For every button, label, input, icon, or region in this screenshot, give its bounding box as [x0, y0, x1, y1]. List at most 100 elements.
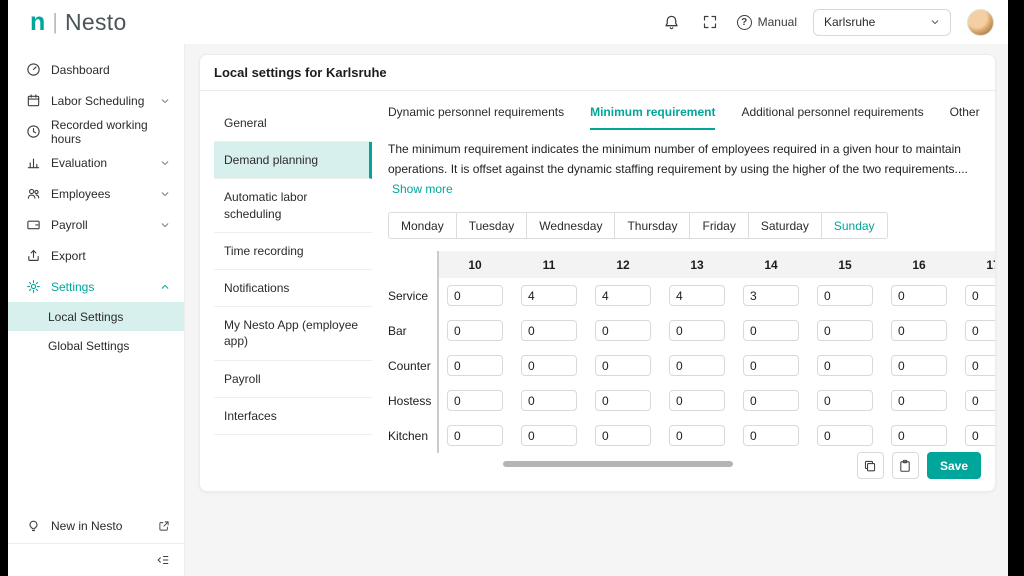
sidebar-item-settings[interactable]: Settings	[8, 271, 184, 302]
people-icon	[26, 186, 41, 201]
settings-nav-my-nesto-app[interactable]: My Nesto App (employee app)	[214, 307, 372, 360]
day-tab-friday[interactable]: Friday	[689, 212, 748, 239]
paste-button[interactable]	[892, 452, 919, 479]
minimum-requirement-description: The minimum requirement indicates the mi…	[388, 140, 995, 199]
help-icon: ?	[737, 15, 752, 30]
tab-additional-personnel-requirements[interactable]: Additional personnel requirements	[741, 105, 923, 130]
settings-nav-general[interactable]: General	[214, 105, 372, 142]
requirement-input-service-10[interactable]	[447, 285, 503, 306]
sidebar-nav: Dashboard Labor Scheduling Recorded work…	[8, 44, 184, 360]
sidebar-item-local-settings[interactable]: Local Settings	[8, 302, 184, 331]
day-tab-thursday[interactable]: Thursday	[614, 212, 690, 239]
requirement-input-hostess-15[interactable]	[817, 390, 873, 411]
tab-minimum-requirement[interactable]: Minimum requirement	[590, 105, 715, 130]
requirement-input-kitchen-17[interactable]	[965, 425, 995, 446]
sidebar-item-payroll[interactable]: Payroll	[8, 209, 184, 240]
requirement-input-hostess-10[interactable]	[447, 390, 503, 411]
requirement-input-kitchen-13[interactable]	[669, 425, 725, 446]
collapse-sidebar-icon[interactable]	[156, 553, 170, 567]
settings-nav-automatic-labor-scheduling[interactable]: Automatic labor scheduling	[214, 179, 372, 232]
requirement-input-kitchen-11[interactable]	[521, 425, 577, 446]
requirement-input-service-13[interactable]	[669, 285, 725, 306]
day-tab-monday[interactable]: Monday	[388, 212, 457, 239]
app-window: n | Nesto ? Manual Karlsruhe	[8, 0, 1008, 576]
settings-nav-demand-planning[interactable]: Demand planning	[214, 142, 372, 179]
requirement-input-service-14[interactable]	[743, 285, 799, 306]
requirement-input-hostess-12[interactable]	[595, 390, 651, 411]
chevron-down-icon	[160, 158, 170, 168]
sidebar-item-evaluation[interactable]: Evaluation	[8, 147, 184, 178]
location-selector[interactable]: Karlsruhe	[813, 9, 951, 36]
requirement-input-service-12[interactable]	[595, 285, 651, 306]
sidebar-item-dashboard[interactable]: Dashboard	[8, 54, 184, 85]
sidebar-item-employees[interactable]: Employees	[8, 178, 184, 209]
requirement-input-bar-17[interactable]	[965, 320, 995, 341]
table-row-hostess: Hostess	[388, 383, 995, 418]
page-title: Local settings for Karlsruhe	[200, 55, 995, 91]
demand-planning-content: Dynamic personnel requirements Minimum r…	[372, 91, 995, 491]
chevron-down-icon	[160, 189, 170, 199]
requirement-input-bar-15[interactable]	[817, 320, 873, 341]
horizontal-scrollbar[interactable]	[503, 461, 733, 467]
settings-nav-payroll[interactable]: Payroll	[214, 361, 372, 398]
requirement-input-bar-16[interactable]	[891, 320, 947, 341]
day-tab-saturday[interactable]: Saturday	[748, 212, 822, 239]
day-tab-tuesday[interactable]: Tuesday	[456, 212, 528, 239]
requirement-input-bar-12[interactable]	[595, 320, 651, 341]
settings-nav-interfaces[interactable]: Interfaces	[214, 398, 372, 435]
table-row-kitchen: Kitchen	[388, 418, 995, 453]
copy-button[interactable]	[857, 452, 884, 479]
sidebar-item-global-settings[interactable]: Global Settings	[8, 331, 184, 360]
requirement-input-counter-16[interactable]	[891, 355, 947, 376]
new-in-nesto-link[interactable]: New in Nesto	[8, 509, 184, 543]
fullscreen-icon[interactable]	[699, 11, 721, 33]
settings-nav-notifications[interactable]: Notifications	[214, 270, 372, 307]
show-more-link[interactable]: Show more	[392, 182, 453, 196]
top-bar: n | Nesto ? Manual Karlsruhe	[8, 0, 1008, 44]
settings-nav-time-recording[interactable]: Time recording	[214, 233, 372, 270]
gear-icon	[26, 279, 41, 294]
requirement-input-hostess-13[interactable]	[669, 390, 725, 411]
requirement-input-kitchen-12[interactable]	[595, 425, 651, 446]
day-tab-wednesday[interactable]: Wednesday	[526, 212, 615, 239]
requirement-input-bar-11[interactable]	[521, 320, 577, 341]
requirement-input-counter-10[interactable]	[447, 355, 503, 376]
requirement-input-counter-12[interactable]	[595, 355, 651, 376]
requirement-input-counter-13[interactable]	[669, 355, 725, 376]
requirement-input-counter-17[interactable]	[965, 355, 995, 376]
nesto-logo: n | Nesto	[8, 8, 127, 37]
sidebar-item-label: Employees	[51, 187, 110, 201]
requirement-input-service-15[interactable]	[817, 285, 873, 306]
requirement-input-hostess-17[interactable]	[965, 390, 995, 411]
copy-icon	[863, 459, 877, 473]
requirement-input-kitchen-16[interactable]	[891, 425, 947, 446]
sidebar-item-recorded-working-hours[interactable]: Recorded working hours	[8, 116, 184, 147]
user-avatar[interactable]	[967, 9, 994, 36]
sidebar-item-export[interactable]: Export	[8, 240, 184, 271]
requirement-input-service-17[interactable]	[965, 285, 995, 306]
tab-dynamic-personnel-requirements[interactable]: Dynamic personnel requirements	[388, 105, 564, 130]
requirement-input-service-11[interactable]	[521, 285, 577, 306]
requirement-input-kitchen-10[interactable]	[447, 425, 503, 446]
chevron-down-icon	[160, 96, 170, 106]
requirement-input-hostess-16[interactable]	[891, 390, 947, 411]
sticky-column-divider	[437, 251, 439, 453]
tab-other[interactable]: Other	[950, 105, 980, 130]
requirement-input-service-16[interactable]	[891, 285, 947, 306]
requirement-input-kitchen-14[interactable]	[743, 425, 799, 446]
sidebar-item-labor-scheduling[interactable]: Labor Scheduling	[8, 85, 184, 116]
save-button[interactable]: Save	[927, 452, 981, 479]
requirement-input-kitchen-15[interactable]	[817, 425, 873, 446]
sidebar-subitem-label: Local Settings	[48, 310, 123, 324]
requirement-input-counter-11[interactable]	[521, 355, 577, 376]
bell-icon[interactable]	[661, 11, 683, 33]
requirement-input-hostess-11[interactable]	[521, 390, 577, 411]
requirement-input-bar-10[interactable]	[447, 320, 503, 341]
manual-help-link[interactable]: ? Manual	[737, 15, 797, 30]
requirement-input-counter-14[interactable]	[743, 355, 799, 376]
requirement-input-bar-13[interactable]	[669, 320, 725, 341]
day-tab-sunday[interactable]: Sunday	[821, 212, 888, 239]
requirement-input-hostess-14[interactable]	[743, 390, 799, 411]
requirement-input-counter-15[interactable]	[817, 355, 873, 376]
requirement-input-bar-14[interactable]	[743, 320, 799, 341]
